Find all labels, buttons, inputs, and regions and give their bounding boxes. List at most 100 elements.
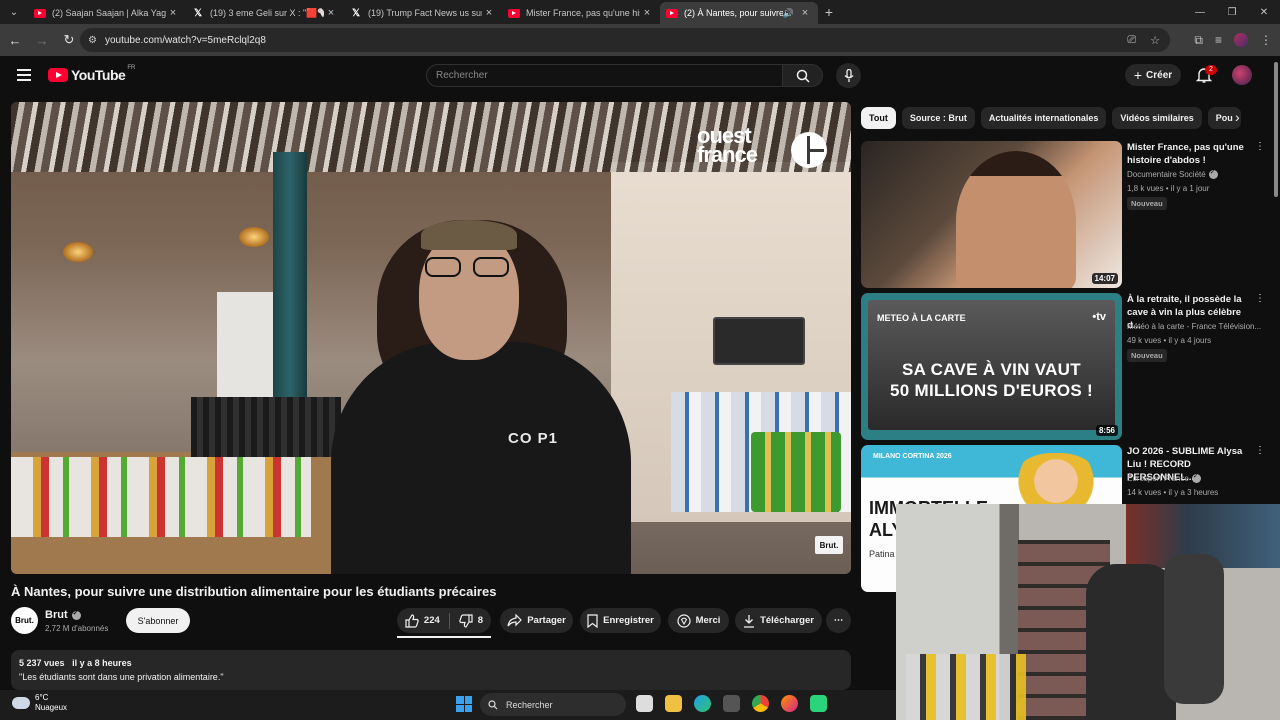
- thumbnail-caption-line1: SA CAVE À VIN VAUT: [902, 360, 1081, 379]
- firefox-icon[interactable]: [781, 695, 798, 712]
- browser-menu-icon[interactable]: ⋮: [1260, 33, 1272, 47]
- search-icon: [488, 699, 498, 709]
- thumbnail-subtext: Patina: [869, 549, 895, 559]
- more-actions-button[interactable]: ⋯: [826, 608, 851, 633]
- account-avatar[interactable]: [1232, 65, 1252, 85]
- recommendation-channel[interactable]: Documentaire Société: [1127, 170, 1206, 179]
- search-button[interactable]: [783, 64, 823, 87]
- channel-avatar[interactable]: Brut.: [11, 607, 38, 634]
- video-title: À Nantes, pour suivre une distribution a…: [11, 584, 497, 599]
- chip-all[interactable]: Tout: [861, 107, 896, 129]
- subscribe-button[interactable]: S'abonner: [126, 608, 190, 633]
- close-icon[interactable]: ×: [798, 7, 812, 19]
- taskbar-search[interactable]: Rechercher: [480, 693, 626, 716]
- ouest-france-emblem-icon: [791, 132, 827, 168]
- channel-name[interactable]: Brut: [45, 609, 68, 621]
- more-vertical-icon[interactable]: ⋮: [1255, 293, 1265, 304]
- edge-icon[interactable]: [694, 695, 711, 712]
- browser-tab-3[interactable]: 𝕏 (19) Trump Fact News us sur X ×: [344, 2, 502, 24]
- dislike-button[interactable]: 8: [459, 613, 484, 628]
- chip-international-news[interactable]: Actualités internationales: [980, 107, 1107, 129]
- thumbnail-caption: SA CAVE À VIN VAUT 50 MILLIONS D'EUROS !: [861, 359, 1122, 401]
- description-text: "Les étudiants sont dans une privation a…: [19, 672, 224, 682]
- close-icon[interactable]: ×: [482, 7, 496, 19]
- page-scrollbar-thumb[interactable]: [1274, 62, 1278, 197]
- close-icon[interactable]: ×: [640, 7, 654, 19]
- more-vertical-icon[interactable]: ⋮: [1255, 445, 1265, 456]
- sweatshirt-logo-text: CO P1: [508, 430, 559, 447]
- close-icon[interactable]: ×: [166, 7, 180, 19]
- back-arrow-icon[interactable]: ←: [3, 33, 27, 48]
- weather-condition: Nuageux: [35, 703, 68, 712]
- thumbnail-network: •tv: [1092, 311, 1106, 323]
- recommendation-item[interactable]: METEO À LA CARTE •tv SA CAVE À VIN VAUT …: [861, 293, 1265, 441]
- more-vertical-icon[interactable]: ⋮: [1255, 141, 1265, 152]
- recommendation-channel[interactable]: Météo à la carte - France Télévision...: [1127, 322, 1261, 331]
- temperature: 6°C: [35, 693, 49, 702]
- close-window-icon[interactable]: ✕: [1248, 7, 1280, 18]
- address-toolbar: ← → ↻ ⚙ youtube.com/watch?v=5meRclql2q8 …: [0, 24, 1280, 56]
- restore-icon[interactable]: ❐: [1216, 7, 1248, 18]
- chevron-right-icon[interactable]: ›: [1235, 109, 1240, 125]
- close-icon[interactable]: ×: [324, 7, 338, 19]
- whatsapp-icon[interactable]: [810, 695, 827, 712]
- search-input[interactable]: Rechercher: [426, 64, 783, 87]
- speaker-icon[interactable]: 🔊: [783, 8, 794, 19]
- media-control-icon[interactable]: ≡: [1215, 33, 1222, 47]
- share-button[interactable]: Partager: [500, 608, 573, 633]
- youtube-logo[interactable]: YouTube FR: [48, 65, 136, 83]
- description-box[interactable]: 5 237 vues il y a 8 heures "Les étudiant…: [11, 650, 851, 690]
- url-bar[interactable]: ⚙ youtube.com/watch?v=5meRclql2q8: [80, 28, 1170, 52]
- download-button[interactable]: Télécharger: [735, 608, 822, 633]
- create-button[interactable]: + Créer: [1125, 64, 1181, 86]
- video-player[interactable]: CO P1 ouest france Brut.: [11, 102, 851, 574]
- reload-icon[interactable]: ↻: [57, 32, 81, 48]
- weather-widget[interactable]: 6°C Nuageux: [12, 693, 67, 713]
- recommendation-title[interactable]: Mister France, pas qu'une histoire d'abd…: [1127, 141, 1251, 167]
- like-button[interactable]: 224: [405, 613, 440, 628]
- tab-search-chevron-icon[interactable]: ⌄: [0, 0, 28, 24]
- save-label: Enregistrer: [603, 615, 654, 626]
- extensions-icon[interactable]: ⧉: [1194, 33, 1203, 48]
- channel-name-row[interactable]: Brut: [45, 609, 81, 621]
- cloud-icon: [12, 697, 30, 709]
- bookmark-star-icon[interactable]: ☆: [1150, 34, 1160, 47]
- verified-badge-icon: [71, 609, 81, 620]
- verified-badge-icon: [1208, 170, 1218, 179]
- weather-text: 6°C Nuageux: [35, 693, 67, 713]
- chip-source-brut[interactable]: Source : Brut: [901, 107, 975, 129]
- site-settings-icon[interactable]: ⚙: [88, 35, 97, 46]
- browser-tab-4[interactable]: Mister France, pas qu'une histo ×: [502, 2, 660, 24]
- browser-profile-avatar[interactable]: [1234, 33, 1248, 47]
- file-explorer-icon[interactable]: [665, 695, 682, 712]
- browser-tab-2[interactable]: 𝕏 (19) 3 eme Geli sur X : "🟥🗞️ Ce ×: [186, 2, 344, 24]
- voice-search-button[interactable]: [836, 63, 861, 88]
- plus-icon: +: [1133, 67, 1143, 83]
- store-icon[interactable]: [723, 695, 740, 712]
- related-filter-chips: Tout Source : Brut Actualités internatio…: [861, 107, 1253, 129]
- chip-similar-videos[interactable]: Vidéos similaires: [1112, 107, 1202, 129]
- task-view-icon[interactable]: [636, 695, 653, 712]
- dislike-count: 8: [477, 615, 484, 626]
- chrome-icon[interactable]: [752, 695, 769, 712]
- recommendation-thumbnail[interactable]: METEO À LA CARTE •tv SA CAVE À VIN VAUT …: [861, 293, 1122, 440]
- brut-watermark: Brut.: [815, 536, 843, 554]
- video-lamp: [239, 227, 269, 247]
- country-code: FR: [127, 65, 136, 71]
- recommendation-thumbnail[interactable]: 14:07: [861, 141, 1122, 288]
- hamburger-menu-icon[interactable]: [17, 69, 31, 81]
- save-button[interactable]: Enregistrer: [580, 608, 661, 633]
- browser-tab-strip: ⌄ (2) Saajan Saajan | Alka Yagnik × 𝕏 (1…: [0, 0, 1280, 24]
- recommendation-channel[interactable]: Eurosport France: [1127, 474, 1189, 483]
- notification-badge: 2: [1205, 65, 1217, 75]
- thanks-button[interactable]: Merci: [668, 608, 729, 633]
- forward-arrow-icon[interactable]: →: [30, 33, 54, 48]
- windows-start-icon[interactable]: [456, 696, 472, 712]
- new-tab-button[interactable]: +: [818, 4, 840, 20]
- browser-tab-1[interactable]: (2) Saajan Saajan | Alka Yagnik ×: [28, 2, 186, 24]
- recommendation-item[interactable]: 14:07 Mister France, pas qu'une histoire…: [861, 141, 1265, 289]
- minimize-icon[interactable]: —: [1184, 7, 1216, 18]
- cast-icon[interactable]: ⎚: [1127, 34, 1136, 47]
- browser-tab-5-active[interactable]: (2) À Nantes, pour suivre u 🔊 ×: [660, 2, 818, 24]
- video-duration: 14:07: [1091, 273, 1118, 284]
